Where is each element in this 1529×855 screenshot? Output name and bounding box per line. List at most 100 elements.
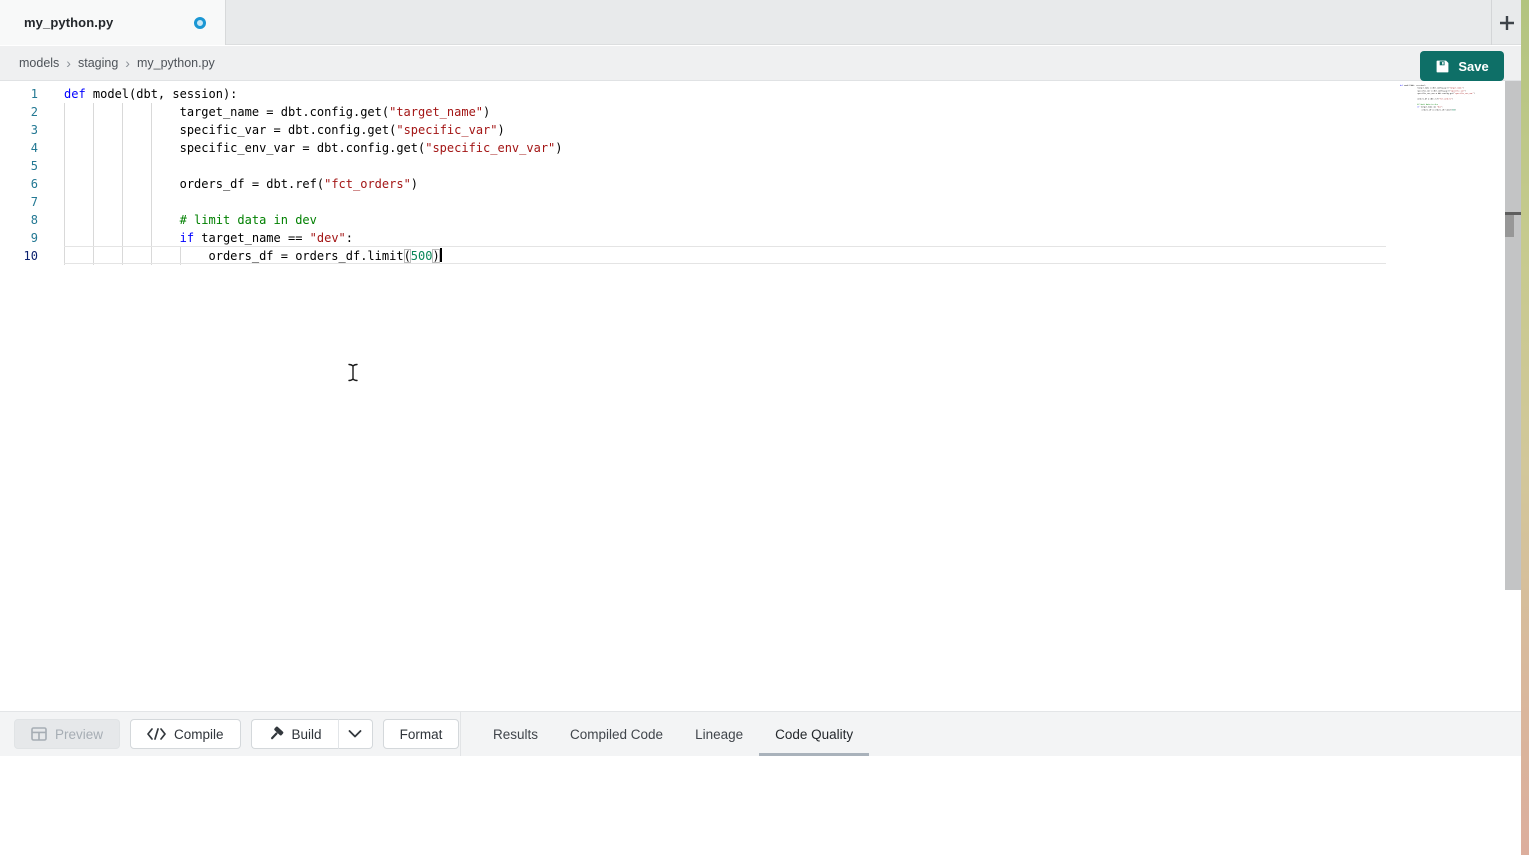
code-line[interactable]: 7 bbox=[0, 193, 1390, 211]
build-button-label: Build bbox=[292, 727, 322, 742]
code-line[interactable]: 9 if target_name == "dev": bbox=[0, 229, 1390, 247]
save-button[interactable]: Save bbox=[1420, 51, 1504, 81]
indent-guide bbox=[64, 157, 65, 175]
code-token: if bbox=[180, 231, 194, 245]
code-line-text: def model(dbt, session): bbox=[64, 85, 237, 103]
indent-guide bbox=[122, 193, 123, 211]
code-token: ) bbox=[432, 249, 439, 263]
code-token: ) bbox=[498, 123, 505, 137]
editor-minimap[interactable]: def model(dbt, session): target_name = d… bbox=[1400, 84, 1503, 124]
tab-results-label: Results bbox=[493, 727, 538, 742]
minimap-content: def model(dbt, session): target_name = d… bbox=[1400, 84, 1503, 111]
tab-my-python-py[interactable]: my_python.py bbox=[0, 0, 226, 45]
code-line-text: specific_var = dbt.config.get("specific_… bbox=[64, 121, 505, 139]
indent-guide bbox=[151, 157, 152, 175]
code-line[interactable]: 5 bbox=[0, 157, 1390, 175]
breadcrumb: models › staging › my_python.py bbox=[0, 46, 1521, 81]
breadcrumb-item-file[interactable]: my_python.py bbox=[137, 56, 215, 70]
tab-compiled-code[interactable]: Compiled Code bbox=[554, 712, 679, 757]
code-line[interactable]: 10 orders_df = orders_df.limit(500) bbox=[0, 247, 1390, 265]
code-editor[interactable]: 1def model(dbt, session):2 target_name =… bbox=[0, 81, 1521, 710]
format-button[interactable]: Format bbox=[383, 719, 460, 749]
indent-guide bbox=[151, 193, 152, 211]
code-token: 500 bbox=[411, 249, 433, 263]
new-tab-button[interactable] bbox=[1491, 0, 1521, 45]
code-icon bbox=[147, 728, 166, 740]
code-token: "specific_env_var" bbox=[425, 141, 555, 155]
line-number: 3 bbox=[0, 121, 38, 139]
tab-code-quality[interactable]: Code Quality bbox=[759, 712, 869, 757]
plus-icon bbox=[1497, 13, 1517, 33]
code-token: specific_env_var = dbt.config.get( bbox=[64, 141, 425, 155]
code-line-text: specific_env_var = dbt.config.get("speci… bbox=[64, 139, 563, 157]
code-line-text: # limit data in dev bbox=[64, 211, 317, 229]
breadcrumb-item-staging[interactable]: staging bbox=[78, 56, 118, 70]
tab-lineage[interactable]: Lineage bbox=[679, 712, 759, 757]
code-token bbox=[64, 231, 180, 245]
code-token: specific_var = dbt.config.get( bbox=[64, 123, 396, 137]
code-line-text: orders_df = dbt.ref("fct_orders") bbox=[64, 175, 418, 193]
line-number: 1 bbox=[0, 85, 38, 103]
table-icon bbox=[31, 727, 47, 741]
build-button[interactable]: Build bbox=[251, 719, 339, 749]
code-token: target_name = dbt.config.get( bbox=[64, 105, 389, 119]
code-line-text: if target_name == "dev": bbox=[64, 229, 353, 247]
text-caret bbox=[440, 248, 442, 262]
result-panel-body bbox=[0, 756, 1521, 855]
code-line[interactable]: 4 specific_env_var = dbt.config.get("spe… bbox=[0, 139, 1390, 157]
code-line[interactable]: 2 target_name = dbt.config.get("target_n… bbox=[0, 103, 1390, 121]
dbt-cloud-ide-window: my_python.py models › staging › my_pytho… bbox=[0, 0, 1529, 855]
bottom-toolbar: Preview Compile Build bbox=[0, 711, 1521, 756]
code-token: # limit data in dev bbox=[64, 213, 317, 227]
code-token: "specific_var" bbox=[396, 123, 497, 137]
unsaved-changes-dot bbox=[194, 17, 206, 29]
code-token: ) bbox=[555, 141, 562, 155]
hammer-icon bbox=[268, 726, 284, 742]
code-token: orders_df = orders_df.limit bbox=[64, 249, 404, 263]
tab-compiled-code-label: Compiled Code bbox=[570, 727, 663, 742]
line-number: 4 bbox=[0, 139, 38, 157]
line-number: 6 bbox=[0, 175, 38, 193]
floppy-disk-icon bbox=[1435, 59, 1450, 74]
code-token: def bbox=[64, 87, 86, 101]
compile-button[interactable]: Compile bbox=[130, 719, 241, 749]
line-number: 5 bbox=[0, 157, 38, 175]
editor-vertical-scrollbar[interactable] bbox=[1505, 81, 1521, 590]
code-token: "target_name" bbox=[389, 105, 483, 119]
line-number: 8 bbox=[0, 211, 38, 229]
desktop-edge-strip bbox=[1521, 0, 1529, 855]
breadcrumb-item-models[interactable]: models bbox=[19, 56, 59, 70]
overview-ruler-marker bbox=[1505, 215, 1514, 237]
line-number: 2 bbox=[0, 103, 38, 121]
code-line-text: orders_df = orders_df.limit(500) bbox=[64, 247, 442, 265]
line-number: 9 bbox=[0, 229, 38, 247]
code-token: "fct_orders" bbox=[324, 177, 411, 191]
code-line[interactable]: 8 # limit data in dev bbox=[0, 211, 1390, 229]
compile-button-label: Compile bbox=[174, 727, 224, 742]
code-token: : bbox=[346, 231, 353, 245]
preview-button[interactable]: Preview bbox=[14, 719, 120, 749]
code-token: orders_df = dbt.ref( bbox=[64, 177, 324, 191]
chevron-down-icon bbox=[348, 730, 362, 738]
code-line[interactable]: 6 orders_df = dbt.ref("fct_orders") bbox=[0, 175, 1390, 193]
toolbar-divider bbox=[460, 712, 461, 757]
code-token: ) bbox=[411, 177, 418, 191]
indent-guide bbox=[93, 157, 94, 175]
code-line[interactable]: 3 specific_var = dbt.config.get("specifi… bbox=[0, 121, 1390, 139]
result-panel-tabs: Results Compiled Code Lineage Code Quali… bbox=[477, 712, 869, 757]
line-number: 10 bbox=[0, 247, 38, 265]
tab-lineage-label: Lineage bbox=[695, 727, 743, 742]
tab-results[interactable]: Results bbox=[477, 712, 554, 757]
build-button-group: Build bbox=[251, 719, 373, 749]
save-button-label: Save bbox=[1458, 59, 1488, 74]
build-options-dropdown-button[interactable] bbox=[339, 719, 373, 749]
preview-button-label: Preview bbox=[55, 727, 103, 742]
code-token: model(dbt, session): bbox=[86, 87, 238, 101]
indent-guide bbox=[64, 193, 65, 211]
chevron-right-icon: › bbox=[125, 55, 130, 71]
toolbar-buttons: Preview Compile Build bbox=[14, 719, 459, 749]
indent-guide bbox=[93, 193, 94, 211]
code-token: target_name == bbox=[194, 231, 310, 245]
code-line[interactable]: 1 def model(dbt, session): bbox=[0, 85, 1390, 103]
code-line-text: target_name = dbt.config.get("target_nam… bbox=[64, 103, 490, 121]
